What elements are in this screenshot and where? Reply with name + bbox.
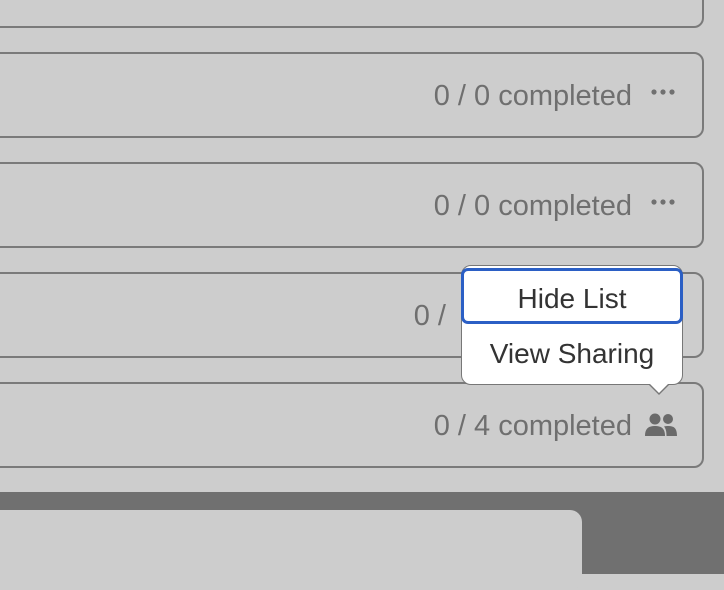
hide-list-menu-item[interactable]: Hide List [461,268,683,324]
list-progress: 0 / [413,300,446,332]
list-progress: 0 / 4 completed [433,410,632,442]
list-card[interactable]: 0 / 0 completed [0,52,704,138]
view-sharing-menu-item[interactable]: View Sharing [462,328,682,380]
list-card[interactable]: 0 / 4 completed [0,382,704,468]
list-progress: 0 / 0 completed [433,80,632,112]
list-card[interactable] [0,0,704,28]
list-options-popover: Hide List View Sharing [461,265,683,395]
list-card[interactable]: 0 / 0 completed [0,162,704,248]
more-icon[interactable] [650,88,676,96]
footer-panel [0,510,582,590]
popover-caret-fill [649,383,669,393]
more-icon[interactable] [650,198,676,206]
list-progress: 0 / 0 completed [433,190,632,222]
shared-people-icon[interactable] [644,412,678,438]
